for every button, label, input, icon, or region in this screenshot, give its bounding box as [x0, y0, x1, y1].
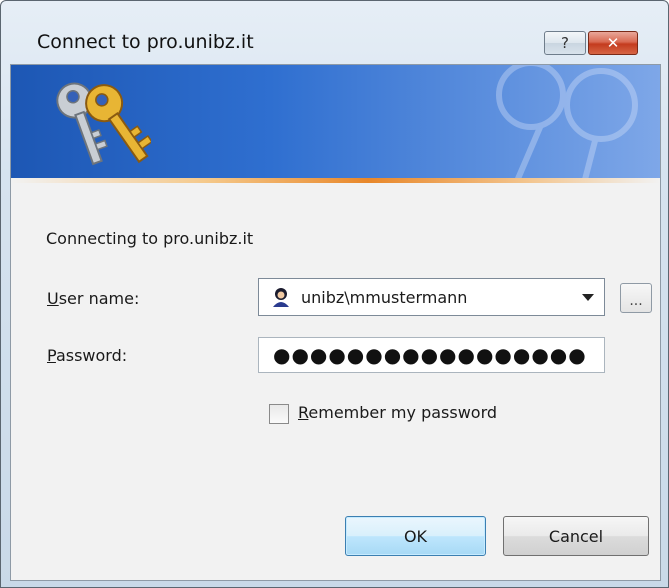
password-masked-value: ●●●●●●●●●●●●●●●●●	[273, 343, 587, 367]
help-icon: ?	[561, 34, 569, 52]
title-bar[interactable]: Connect to pro.unibz.it ? ✕	[1, 1, 668, 61]
remember-accel: R	[298, 403, 309, 422]
dialog-window: Connect to pro.unibz.it ? ✕ Connecting t…	[0, 0, 669, 588]
remember-password-checkbox[interactable]	[269, 404, 289, 424]
banner-accent-stripe	[11, 178, 660, 183]
ok-button[interactable]: OK	[345, 516, 486, 556]
user-name-label-text: ser name:	[58, 289, 140, 308]
chevron-down-icon[interactable]	[582, 294, 594, 301]
connecting-message: Connecting to pro.unibz.it	[46, 229, 254, 248]
password-accel: P	[47, 346, 56, 365]
help-button[interactable]: ?	[544, 31, 586, 55]
user-name-label: User name:	[47, 289, 139, 308]
user-avatar-icon	[273, 288, 289, 307]
password-label: Password:	[47, 346, 127, 365]
keys-icon	[56, 82, 151, 166]
keys-watermark-icon	[496, 65, 638, 183]
header-banner	[11, 65, 660, 183]
remember-password-label[interactable]: Remember my password	[298, 403, 497, 422]
window-title: Connect to pro.unibz.it	[37, 31, 254, 53]
cancel-button[interactable]: Cancel	[503, 516, 649, 556]
user-name-combobox[interactable]: unibz\mmustermann	[258, 278, 605, 316]
password-label-text: assword:	[55, 346, 128, 365]
close-icon: ✕	[606, 34, 620, 52]
password-field[interactable]: ●●●●●●●●●●●●●●●●●	[258, 337, 605, 373]
dialog-client-area: Connecting to pro.unibz.it User name: un…	[10, 64, 661, 581]
user-name-accel: U	[47, 289, 59, 308]
close-button[interactable]: ✕	[588, 31, 638, 55]
user-name-value: unibz\mmustermann	[301, 288, 468, 307]
remember-label-text: emember my password	[308, 403, 498, 422]
browse-credentials-button[interactable]: ...	[620, 283, 652, 313]
ellipsis-icon: ...	[629, 293, 643, 309]
